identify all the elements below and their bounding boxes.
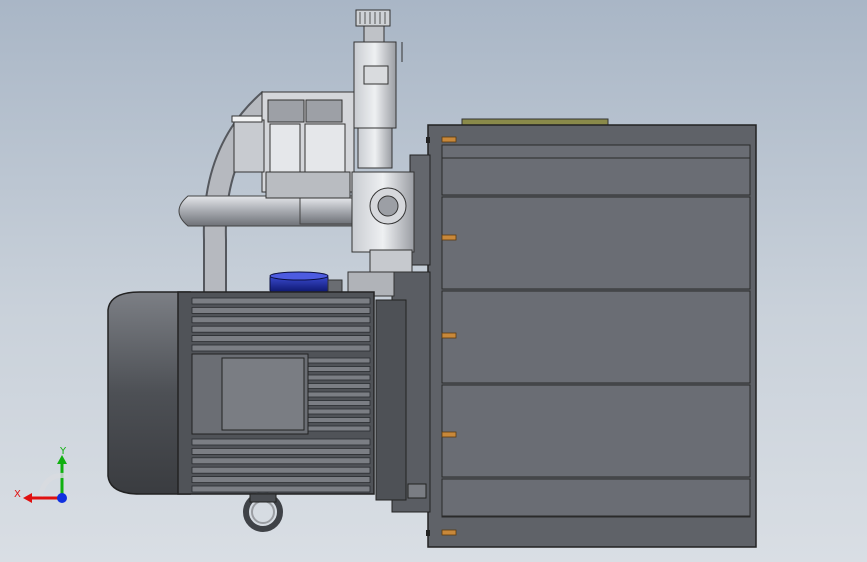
pump-foot [369,249,413,273]
relief-valve[interactable] [353,9,403,169]
cap-top [269,271,329,281]
valve-cartridge [357,127,393,169]
sub-plate [265,171,351,199]
flange-bolt [407,483,427,499]
cad-viewport[interactable]: Y X [0,0,867,562]
tank-panel-1 [441,144,751,196]
pipe-fitting [299,197,361,225]
cooling-fin [191,457,371,465]
pump-port-inner [377,195,399,217]
cooling-fin [307,357,371,364]
cap-base [327,279,343,293]
valve-body [269,123,301,173]
cooling-fin [191,466,371,474]
solenoid-a [267,99,305,123]
valve-stem [363,25,385,43]
cooling-fin [307,408,371,415]
bolt [441,136,457,143]
bolt-head [426,137,430,143]
cooling-fin [307,425,371,432]
electric-motor[interactable] [107,291,375,532]
bolt-head [426,530,430,536]
cooling-fin [191,335,371,343]
tank-panel-2 [441,196,751,290]
orientation-triad: Y X [14,446,69,503]
cooling-fin [191,476,371,484]
hydraulic-power-unit-model[interactable]: Y X [0,0,867,562]
valve-body [304,123,346,173]
cooling-fin [191,438,371,446]
x-axis-label: X [14,489,21,500]
valve-coil [233,119,265,173]
tank-panel-4 [441,384,751,478]
filler-cap[interactable] [269,271,343,293]
valve-housing [353,41,397,129]
pressure-port [363,65,389,85]
cooling-fin [307,417,371,423]
bolt [441,234,457,241]
cooling-fin [191,297,371,305]
tank-panel-3 [441,290,751,384]
cooling-fin [307,366,371,372]
lifting-eye-inner [251,500,275,524]
terminal-box [221,357,305,431]
cooling-fin [307,391,371,398]
reservoir-tank[interactable] [426,118,757,548]
cooling-fin [191,344,371,352]
z-axis-dot [57,493,67,503]
bell-housing [375,299,407,501]
triad-arc [37,472,69,497]
bolt [441,332,457,339]
cooling-fin [191,316,371,324]
solenoid-b [305,99,343,123]
bolt [441,529,457,536]
knob[interactable] [231,115,263,123]
cooling-fin [307,374,371,381]
cooling-fin [191,306,371,314]
cooling-fin [307,383,371,389]
lifting-eye-base [249,493,277,503]
x-arrow-head [23,493,32,503]
cooling-fin [191,447,371,455]
cooling-fin [307,400,371,406]
tank-panel-5 [441,478,751,518]
cooling-fin [191,325,371,333]
cooling-fin [191,485,371,493]
y-axis-label: Y [59,446,67,457]
bolt [441,431,457,438]
